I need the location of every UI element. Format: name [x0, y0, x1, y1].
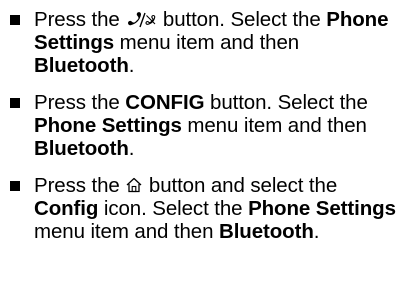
step-text: menu item and then	[181, 114, 367, 137]
step-text: menu item and then	[34, 220, 219, 243]
instruction-list: Press the button. Select the Phone Setti…	[9, 8, 401, 243]
step-text: .	[313, 220, 320, 243]
icon-name: Config	[34, 197, 99, 220]
menu-item-name: Phone Settings	[248, 197, 396, 220]
step-text: button. Select the	[204, 91, 368, 114]
home-icon	[125, 176, 143, 194]
instructions-page: Press the button. Select the Phone Setti…	[0, 0, 411, 285]
step-text: button and select the	[143, 174, 338, 197]
list-item: Press the CONFIG button. Select the Phon…	[9, 91, 401, 160]
menu-item-name: Bluetooth	[34, 54, 129, 77]
list-item: Press the button and select the Config i…	[9, 174, 401, 243]
menu-item-name: Bluetooth	[34, 137, 129, 160]
bullet-icon	[10, 15, 20, 25]
step-text: .	[128, 54, 135, 77]
step-text: Press the	[34, 8, 126, 31]
step-text: Press the	[34, 91, 126, 114]
phone-mute-icon	[125, 10, 157, 28]
bullet-icon	[10, 181, 20, 191]
step-text: .	[128, 137, 135, 160]
step-text: menu item and then	[114, 31, 300, 54]
menu-item-name: Bluetooth	[219, 220, 314, 243]
step-text: Press the	[34, 174, 126, 197]
step-text: icon. Select the	[98, 197, 249, 220]
list-item: Press the button. Select the Phone Setti…	[9, 8, 401, 77]
menu-item-name: Phone Settings	[34, 114, 182, 137]
button-name: CONFIG	[125, 91, 205, 114]
step-text: button. Select the	[157, 8, 327, 31]
bullet-icon	[10, 98, 20, 108]
